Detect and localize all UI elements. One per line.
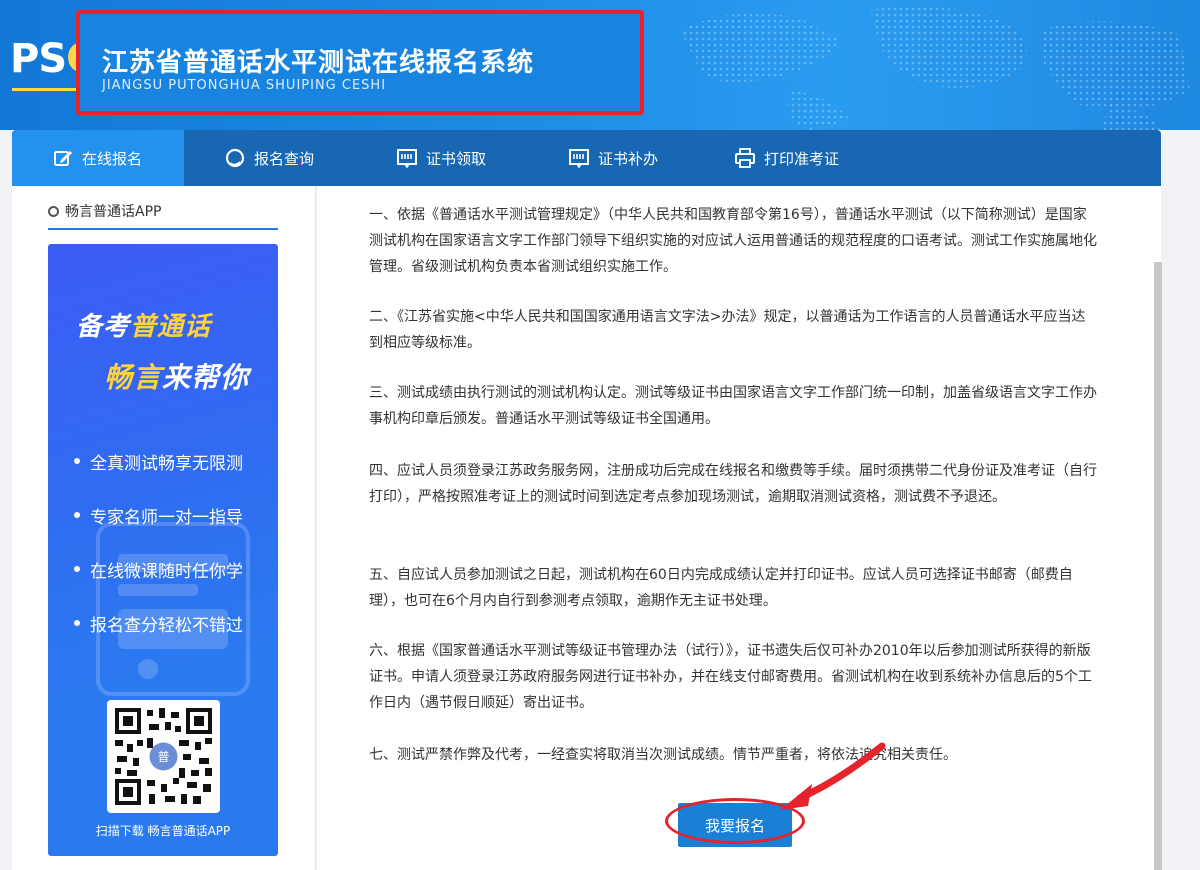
- page-root: PSC 江苏省普通话水平测试在线报名系统 JIANGSU PUTONGHUA S…: [0, 0, 1200, 870]
- nav-item-print-admission[interactable]: 打印准考证: [694, 130, 894, 186]
- notice-paragraph: 七、测试严禁作弊及代考，一经查实将取消当次测试成绩。情节严重者，将依法追究相关责…: [369, 747, 957, 763]
- banner-headline-1: 备考普通话: [76, 312, 212, 342]
- notice-paragraph: 一、依据《普通话水平测试管理规定》（中华人民共和国教育部令第16号），普通话水平…: [369, 207, 1097, 275]
- main-nav: 在线报名 报名查询 证书领取 证书补办 打印准考证: [12, 130, 1161, 186]
- nav-item-label: 证书领取: [426, 149, 487, 168]
- content-scrollbar[interactable]: [1154, 262, 1162, 870]
- side-heading-label: 畅言普通话APP: [65, 204, 162, 220]
- psc-logo: PSC: [10, 36, 95, 96]
- certificate-icon: [396, 147, 418, 169]
- nav-item-registration-query[interactable]: 报名查询: [184, 130, 356, 186]
- nav-item-certificate-collect[interactable]: 证书领取: [356, 130, 528, 186]
- certificate-icon: [568, 147, 590, 169]
- svg-text:普: 普: [157, 750, 169, 764]
- feature-item: 专家名师一对一指导: [74, 488, 243, 542]
- search-icon: [224, 147, 246, 169]
- banner-feature-list: 全真测试畅享无限测 专家名师一对一指导 在线微课随时任你学 报名查分轻松不错过: [74, 434, 243, 650]
- nav-item-label: 打印准考证: [764, 149, 840, 168]
- register-button[interactable]: 我要报名: [678, 803, 792, 847]
- printer-icon: [734, 147, 756, 169]
- notice-content: 一、依据《普通话水平测试管理规定》（中华人民共和国教育部令第16号），普通话水平…: [317, 186, 1161, 870]
- qr-code-icon: 普: [113, 706, 214, 807]
- app-promo-banner[interactable]: 备考普通话 畅言来帮你 全真测试畅享无限测 专家名师一对一指导 在线微课随时任你…: [48, 244, 278, 856]
- site-title: 江苏省普通话水平测试在线报名系统: [102, 48, 535, 78]
- qr-caption: 扫描下载 畅言普通话APP: [95, 824, 231, 838]
- notice-paragraph: 五、自应试人员参加测试之日起，测试机构在60日内完成成绩认定并打印证书。应试人员…: [369, 567, 1073, 609]
- nav-item-certificate-reissue[interactable]: 证书补办: [528, 130, 694, 186]
- nav-item-label: 证书补办: [598, 149, 659, 168]
- site-title-box: 江苏省普通话水平测试在线报名系统 JIANGSU PUTONGHUA SHUIP…: [76, 10, 644, 115]
- feature-item: 在线微课随时任你学: [74, 542, 243, 596]
- edit-icon: [52, 147, 74, 169]
- banner-headline-2: 畅言来帮你: [104, 361, 250, 394]
- app-qr-code: 普: [107, 700, 220, 813]
- nav-item-label: 报名查询: [254, 149, 315, 168]
- notice-paragraph: 六、根据《国家普通话水平测试等级证书管理办法（试行）》，证书遗失后仅可补办201…: [369, 643, 1092, 711]
- world-map-decoration: [680, 6, 1190, 130]
- circle-bullet-icon: [48, 205, 59, 217]
- side-panel: 畅言普通话APP 备考普通话 畅言来帮你 全真测试畅享无限测 专家名师一对一指导…: [12, 186, 316, 870]
- logo-underline: [12, 88, 78, 91]
- notice-paragraph: 二、《江苏省实施<中华人民共和国国家通用语言文字法>办法》规定，以普通话为工作语…: [369, 309, 1086, 351]
- side-panel-heading: 畅言普通话APP: [48, 200, 161, 222]
- notice-paragraph: 三、测试成绩由执行测试的测试机构认定。测试等级证书由国家语言文字工作部门统一印制…: [369, 385, 1097, 427]
- nav-item-label: 在线报名: [82, 149, 143, 168]
- side-heading-underline: [48, 228, 278, 230]
- feature-item: 报名查分轻松不错过: [74, 596, 243, 650]
- notice-paragraph: 四、应试人员须登录江苏政务服务网，注册成功后完成在线报名和缴费等手续。届时须携带…: [369, 463, 1097, 505]
- nav-item-online-registration[interactable]: 在线报名: [12, 130, 184, 186]
- feature-item: 全真测试畅享无限测: [74, 434, 243, 488]
- site-subtitle: JIANGSU PUTONGHUA SHUIPING CESHI: [102, 78, 387, 93]
- site-header: PSC 江苏省普通话水平测试在线报名系统 JIANGSU PUTONGHUA S…: [0, 0, 1200, 130]
